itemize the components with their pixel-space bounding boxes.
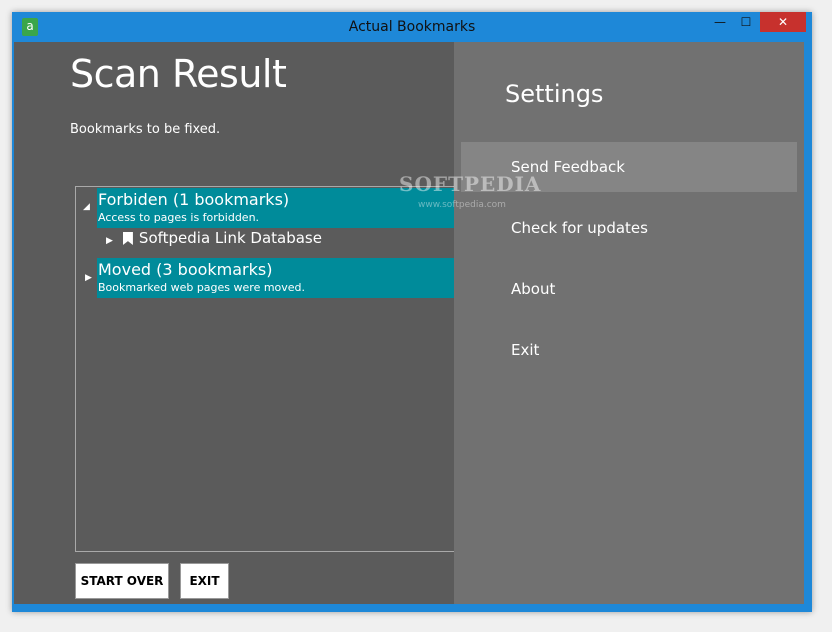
- page-title: Scan Result: [70, 52, 287, 96]
- settings-panel: Settings Send Feedback Check for updates…: [454, 42, 804, 604]
- minimize-button[interactable]: —: [710, 12, 730, 32]
- collapsed-arrow-icon[interactable]: ▶: [85, 273, 92, 283]
- group-title: Forbiden (1 bookmarks): [98, 190, 290, 209]
- maximize-button[interactable]: ☐: [736, 12, 756, 32]
- app-window: a Actual Bookmarks — ☐ ✕ Scan Result Boo…: [12, 12, 812, 612]
- client-area: Scan Result Bookmarks to be fixed. ◢ For…: [14, 42, 804, 604]
- watermark-url: www.softpedia.com: [418, 200, 506, 210]
- exit-button[interactable]: EXIT: [180, 563, 229, 599]
- result-tree[interactable]: ◢ Forbiden (1 bookmarks) Access to pages…: [75, 186, 475, 552]
- start-over-button[interactable]: START OVER: [75, 563, 169, 599]
- title-bar[interactable]: a Actual Bookmarks — ☐ ✕: [12, 12, 812, 42]
- collapsed-arrow-icon[interactable]: ▶: [106, 236, 113, 246]
- close-button[interactable]: ✕: [760, 12, 806, 32]
- window-title: Actual Bookmarks: [348, 19, 476, 35]
- group-description: Access to pages is forbidden.: [98, 211, 260, 224]
- settings-item-exit[interactable]: Exit: [461, 325, 797, 375]
- expand-arrow-icon[interactable]: ◢: [83, 202, 90, 212]
- settings-item-about[interactable]: About: [461, 264, 797, 314]
- bookmark-icon: [122, 232, 133, 245]
- settings-item-check-updates[interactable]: Check for updates: [461, 203, 797, 253]
- tree-item-bookmark[interactable]: ▶ Softpedia Link Database: [106, 229, 322, 251]
- page-subtitle: Bookmarks to be fixed.: [70, 122, 221, 137]
- bookmark-label: Softpedia Link Database: [138, 229, 322, 247]
- tree-group-moved[interactable]: Moved (3 bookmarks) Bookmarked web pages…: [97, 258, 457, 298]
- group-title: Moved (3 bookmarks): [98, 260, 273, 279]
- settings-title: Settings: [505, 80, 604, 108]
- watermark: SOFTPEDIA: [399, 172, 542, 196]
- group-description: Bookmarked web pages were moved.: [98, 281, 306, 294]
